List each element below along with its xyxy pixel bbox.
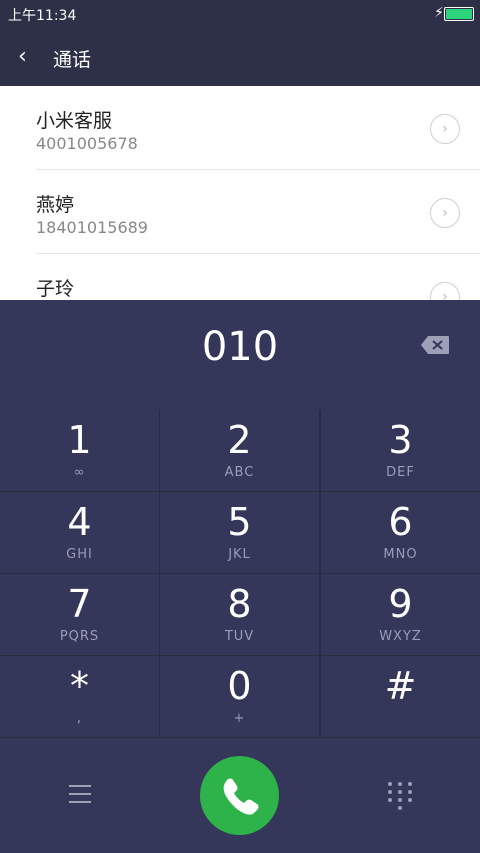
dialpad-toggle-icon[interactable]	[388, 782, 412, 810]
header: ‹ 通话	[0, 28, 480, 86]
list-item[interactable]: 燕婷 18401015689 ›	[0, 170, 480, 254]
key-9[interactable]: 9 WXYZ	[321, 574, 480, 655]
key-3[interactable]: 3 DEF	[321, 410, 480, 491]
key-star[interactable]: *,	[0, 656, 159, 737]
chevron-right-icon[interactable]: ›	[430, 198, 460, 228]
key-letters: DEF	[386, 465, 415, 480]
key-letters: WXYZ	[379, 629, 422, 644]
call-button[interactable]	[200, 756, 279, 835]
battery-icon	[444, 7, 474, 21]
key-digit: 5	[227, 500, 252, 544]
dial-pad: 1 ∞ 2 ABC 3 DEF 4 GHI 5 JKL 6 MNO 7 PQRS 8 TUV 9…	[0, 410, 480, 738]
page-title: 通话	[53, 49, 92, 71]
key-letters: TUV	[224, 629, 255, 644]
key-hash[interactable]: #	[321, 656, 480, 737]
phone-icon	[223, 778, 259, 815]
key-letters: JKL	[228, 547, 251, 562]
backspace-icon[interactable]	[420, 335, 450, 355]
charging-icon: ⚡	[434, 5, 444, 21]
chevron-right-icon[interactable]: ›	[430, 114, 460, 144]
key-6[interactable]: 6 MNO	[321, 492, 480, 573]
key-digit: 2	[227, 418, 252, 462]
key-4[interactable]: 4 GHI	[0, 492, 159, 573]
dialed-number: 010	[201, 324, 279, 370]
status-bar: 上午11:34 ⚡	[0, 0, 480, 28]
key-digit: 3	[388, 418, 413, 462]
voicemail-icon: ∞	[73, 465, 86, 480]
list-item[interactable]: 小米客服 4001005678 ›	[0, 86, 480, 170]
key-2[interactable]: 2 ABC	[160, 410, 319, 491]
key-1[interactable]: 1 ∞	[0, 410, 159, 491]
contact-name: 子玲	[36, 278, 75, 300]
key-letters: GHI	[66, 547, 93, 562]
contact-number: 4001005678	[36, 134, 138, 153]
key-letters: MNO	[383, 547, 418, 562]
contact-name: 小米客服	[36, 110, 113, 132]
key-digit: 0	[227, 664, 252, 708]
key-7[interactable]: 7 PQRS	[0, 574, 159, 655]
key-0[interactable]: 0 +	[160, 656, 319, 737]
menu-icon[interactable]	[69, 785, 91, 803]
contact-number: 18401015689	[36, 218, 148, 237]
key-digit: 6	[388, 500, 413, 544]
key-5[interactable]: 5 JKL	[160, 492, 319, 573]
key-digit: 7	[67, 582, 92, 626]
contact-list: 小米客服 4001005678 › 燕婷 18401015689 › 子玲 ›	[0, 86, 480, 300]
key-digit: 9	[388, 582, 413, 626]
key-8[interactable]: 8 TUV	[160, 574, 319, 655]
key-digit: *	[70, 664, 89, 708]
list-item[interactable]: 子玲 ›	[0, 254, 480, 300]
key-digit: 1	[67, 418, 92, 462]
status-time: 上午11:34	[8, 8, 77, 24]
dial-display: 010	[0, 300, 480, 410]
key-letters: ,	[76, 711, 83, 726]
key-letters: ABC	[224, 465, 255, 480]
key-digit: 4	[67, 500, 92, 544]
key-letters: +	[233, 711, 246, 726]
key-letters: PQRS	[59, 629, 100, 644]
back-icon[interactable]: ‹	[18, 44, 27, 69]
chevron-right-icon[interactable]: ›	[430, 282, 460, 300]
key-digit: 8	[227, 582, 252, 626]
bottom-bar	[0, 738, 480, 853]
key-digit: #	[384, 664, 417, 708]
contact-name: 燕婷	[36, 194, 75, 216]
